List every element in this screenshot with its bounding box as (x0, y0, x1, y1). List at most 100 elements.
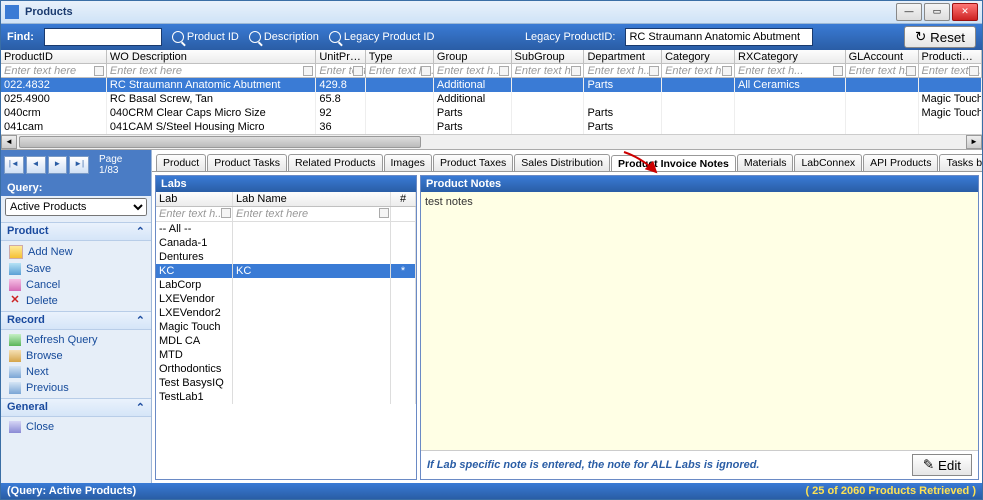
action-delete[interactable]: ✕Delete (1, 293, 151, 309)
table-row[interactable]: 041cam041CAM S/Steel Housing Micro36Part… (1, 120, 982, 134)
lab-col-lab[interactable]: Lab (156, 192, 233, 206)
grid-h-scrollbar[interactable]: ◄ ► (1, 134, 982, 149)
action-cancel[interactable]: Cancel (1, 277, 151, 293)
tab-sales-distribution[interactable]: Sales Distribution (514, 154, 610, 171)
lab-filter-lab[interactable]: Enter text h... (156, 207, 233, 221)
nav-first-button[interactable]: |◄ (4, 156, 24, 174)
lab-row[interactable]: KCKC* (156, 264, 416, 278)
product-notes-header: Product Notes (421, 176, 978, 192)
close-icon (9, 421, 21, 433)
grid-filter-category[interactable]: Enter text h... (662, 64, 735, 78)
labs-filter-row[interactable]: Enter text h... Enter text here (156, 207, 416, 222)
tab-labconnex[interactable]: LabConnex (794, 154, 862, 171)
scroll-thumb[interactable] (19, 136, 421, 148)
grid-header-rxcategory[interactable]: RXCategory (735, 50, 846, 64)
tab-product-invoice-notes[interactable]: Product Invoice Notes (611, 155, 736, 172)
lab-col-count[interactable]: # (391, 192, 416, 206)
search-icon (249, 31, 261, 43)
grid-filter-row[interactable]: Enter text hereEnter text hereEnter text… (1, 64, 982, 78)
grid-header-glaccount[interactable]: GLAccount (846, 50, 919, 64)
grid-filter-unitprice[interactable]: Enter text h... (316, 64, 365, 78)
minimize-button[interactable]: — (896, 3, 922, 21)
scroll-right-button[interactable]: ► (966, 135, 982, 149)
titlebar: Products — ▭ ✕ (1, 1, 982, 24)
panel-general-header[interactable]: General⌃ (1, 398, 151, 417)
grid-filter-rxcategory[interactable]: Enter text h... (735, 64, 846, 78)
status-count: ( 25 of 2060 Products Retrieved ) (805, 485, 976, 497)
tab-images[interactable]: Images (384, 154, 432, 171)
grid-header-group[interactable]: Group (434, 50, 512, 64)
legacy-productid-input[interactable] (625, 28, 813, 46)
tab-materials[interactable]: Materials (737, 154, 794, 171)
tab-product-tasks[interactable]: Product Tasks (207, 154, 287, 171)
query-select[interactable]: Active Products (5, 198, 147, 216)
panel-record-header[interactable]: Record⌃ (1, 311, 151, 330)
lab-row[interactable]: Test BasysIQ (156, 376, 416, 390)
tab-tasks-by-employees[interactable]: Tasks by Employees (939, 154, 982, 171)
lab-row[interactable]: -- All -- (156, 222, 416, 236)
lab-row[interactable]: LabCorp (156, 278, 416, 292)
product-notes-text[interactable]: test notes (421, 192, 978, 450)
find-by-productid[interactable]: Product ID (172, 31, 239, 43)
grid-filter-glaccount[interactable]: Enter text h... (846, 64, 919, 78)
nav-last-button[interactable]: ►| (69, 156, 89, 174)
grid-header-unitprice[interactable]: UnitPrice (316, 50, 365, 64)
save-icon (9, 263, 21, 275)
scroll-left-button[interactable]: ◄ (1, 135, 17, 149)
action-refresh-query[interactable]: Refresh Query (1, 332, 151, 348)
reset-button[interactable]: ↻Reset (904, 26, 976, 48)
lab-row[interactable]: LXEVendor2 (156, 306, 416, 320)
grid-filter-subgroup[interactable]: Enter text h... (512, 64, 585, 78)
action-save[interactable]: Save (1, 261, 151, 277)
lab-row[interactable]: Magic Touch (156, 320, 416, 334)
grid-filter-department[interactable]: Enter text h... (584, 64, 662, 78)
tab-related-products[interactable]: Related Products (288, 154, 383, 171)
tab-content: Labs Lab Lab Name # Enter text h... Ente… (152, 172, 982, 483)
edit-button[interactable]: ✎Edit (912, 454, 972, 476)
lab-row[interactable]: Dentures (156, 250, 416, 264)
lab-filter-name[interactable]: Enter text here (233, 207, 391, 221)
grid-filter-wo description[interactable]: Enter text here (107, 64, 316, 78)
legacy-productid-label: Legacy ProductID: (525, 31, 616, 43)
maximize-button[interactable]: ▭ (924, 3, 950, 21)
tab-product-taxes[interactable]: Product Taxes (433, 154, 513, 171)
grid-header-type[interactable]: Type (366, 50, 434, 64)
lab-row[interactable]: TestLab1 (156, 390, 416, 404)
lab-row[interactable]: MDL CA (156, 334, 416, 348)
close-button[interactable]: ✕ (952, 3, 978, 21)
grid-filter-productid[interactable]: Enter text here (1, 64, 107, 78)
find-by-legacy[interactable]: Legacy Product ID (329, 31, 435, 43)
lab-row[interactable]: LXEVendor (156, 292, 416, 306)
grid-filter-group[interactable]: Enter text h... (434, 64, 512, 78)
action-browse[interactable]: Browse (1, 348, 151, 364)
grid-header-productionlab[interactable]: ProductionLab (919, 50, 983, 64)
grid-header-category[interactable]: Category (662, 50, 735, 64)
find-by-description[interactable]: Description (249, 31, 319, 43)
action-next[interactable]: Next (1, 364, 151, 380)
table-row[interactable]: 022.4832RC Straumann Anatomic Abutment42… (1, 78, 982, 92)
nav-prev-button[interactable]: ◄ (26, 156, 46, 174)
reset-icon: ↻ (915, 29, 926, 45)
find-input[interactable] (44, 28, 162, 46)
lab-row[interactable]: MTD (156, 348, 416, 362)
tab-product[interactable]: Product (156, 154, 206, 171)
lab-col-name[interactable]: Lab Name (233, 192, 391, 206)
lab-row[interactable]: Canada-1 (156, 236, 416, 250)
grid-header-subgroup[interactable]: SubGroup (512, 50, 585, 64)
grid-header-department[interactable]: Department (584, 50, 662, 64)
grid-header-wo description[interactable]: WO Description (107, 50, 316, 64)
action-close[interactable]: Close (1, 419, 151, 435)
grid-filter-type[interactable]: Enter text h... (366, 64, 434, 78)
nav-next-button[interactable]: ► (48, 156, 68, 174)
table-row[interactable]: 025.4900RC Basal Screw, Tan65.8Additiona… (1, 92, 982, 106)
tab-api-products[interactable]: API Products (863, 154, 938, 171)
action-add-new[interactable]: Add New (1, 243, 151, 261)
lab-row[interactable]: Orthodontics (156, 362, 416, 376)
grid-filter-productionlab[interactable]: Enter text h... (919, 64, 983, 78)
table-row[interactable]: 040crm040CRM Clear Caps Micro Size92Part… (1, 106, 982, 120)
grid-header-productid[interactable]: ProductID (1, 50, 107, 64)
panel-product-header[interactable]: Product⌃ (1, 222, 151, 241)
action-previous[interactable]: Previous (1, 380, 151, 396)
add-new-icon (9, 245, 23, 259)
lab-filter-count[interactable] (391, 207, 416, 221)
